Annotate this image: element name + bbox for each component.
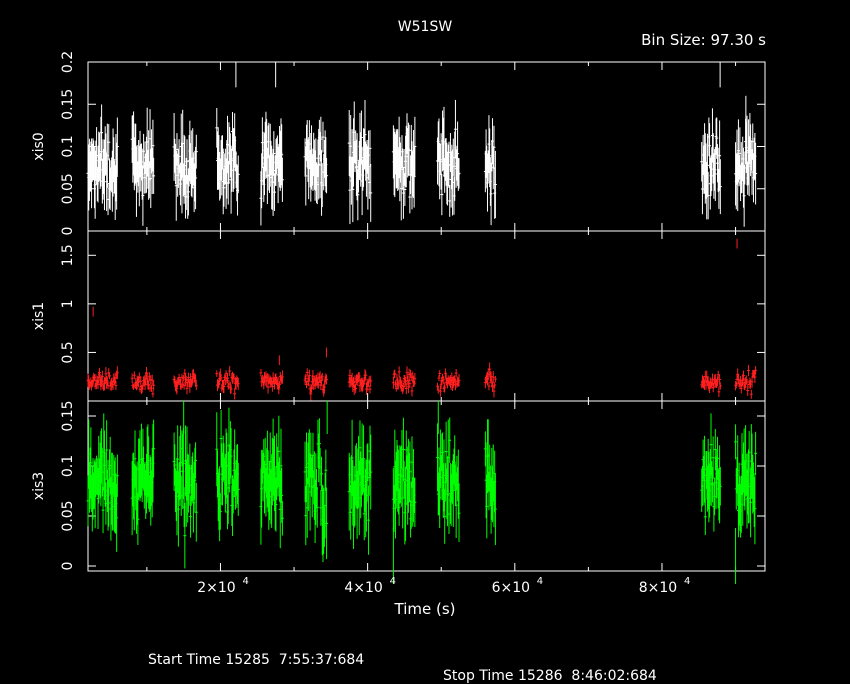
y-tick-label: 0.15 [60, 400, 76, 431]
panel-xis0: 0 0.05 0.1 0.15 0.2 xis0 [31, 51, 766, 236]
x-tick-label: 8×10 [639, 580, 677, 596]
bin-size-label: Bin Size: 97.30 s [641, 31, 766, 49]
x-tick-label: 6×10 [492, 580, 530, 596]
y-tick-label: 0 [60, 227, 76, 236]
x-tick-exponent: 4 [537, 576, 543, 587]
series-xis1 [86, 238, 758, 401]
y-tick-label: 0.5 [60, 341, 76, 363]
x-axis: 2×10 4 4×10 4 6×10 4 8×10 4 [197, 576, 690, 596]
y-tick-label: 0.05 [60, 173, 76, 204]
y-tick-label: 1.5 [60, 244, 76, 266]
series-xis0 [86, 62, 758, 227]
footer: Start Time 15285 7:55:37:684 Stop Time 1… [0, 636, 850, 684]
x-tick-exponent: 4 [390, 576, 396, 587]
x-tick-label: 4×10 [344, 580, 382, 596]
stop-time: Stop Time 15286 8:46:02:684 [443, 668, 657, 684]
x-tick-exponent: 4 [242, 576, 248, 587]
start-time: Start Time 15285 7:55:37:684 [148, 652, 365, 668]
series-xis3 [86, 401, 758, 584]
y-tick-label: 0.1 [60, 135, 76, 157]
y-tick-label: 1 [60, 299, 76, 308]
y-axis-label: xis3 [31, 472, 47, 500]
x-axis-label: Time (s) [394, 600, 456, 618]
y-axis-label: xis0 [31, 132, 47, 160]
y-tick-label: 0.15 [60, 89, 76, 120]
panel-xis3: 0 0.05 0.1 0.15 xis3 [31, 400, 766, 584]
y-tick-label: 0 [60, 562, 76, 571]
y-axis-label: xis1 [31, 302, 47, 330]
y-tick-label: 0.1 [60, 455, 76, 477]
panels: 0 0.05 0.1 0.15 0.2 xis0 0.5 1 1.5 xis1 0 0.05 0.1 0.… [31, 51, 766, 584]
panel-frame [87, 230, 766, 402]
x-tick-label: 2×10 [197, 580, 235, 596]
y-tick-label: 0.05 [60, 500, 76, 531]
y-tick-label: 0.2 [60, 51, 76, 73]
x-tick-exponent: 4 [684, 576, 690, 587]
panel-xis1: 0.5 1 1.5 xis1 [31, 230, 766, 402]
light-curve-plot: W51SW Bin Size: 97.30 s 0 0.05 0.1 0.15 0.2 x… [31, 19, 766, 618]
chart-title: W51SW [398, 19, 453, 35]
